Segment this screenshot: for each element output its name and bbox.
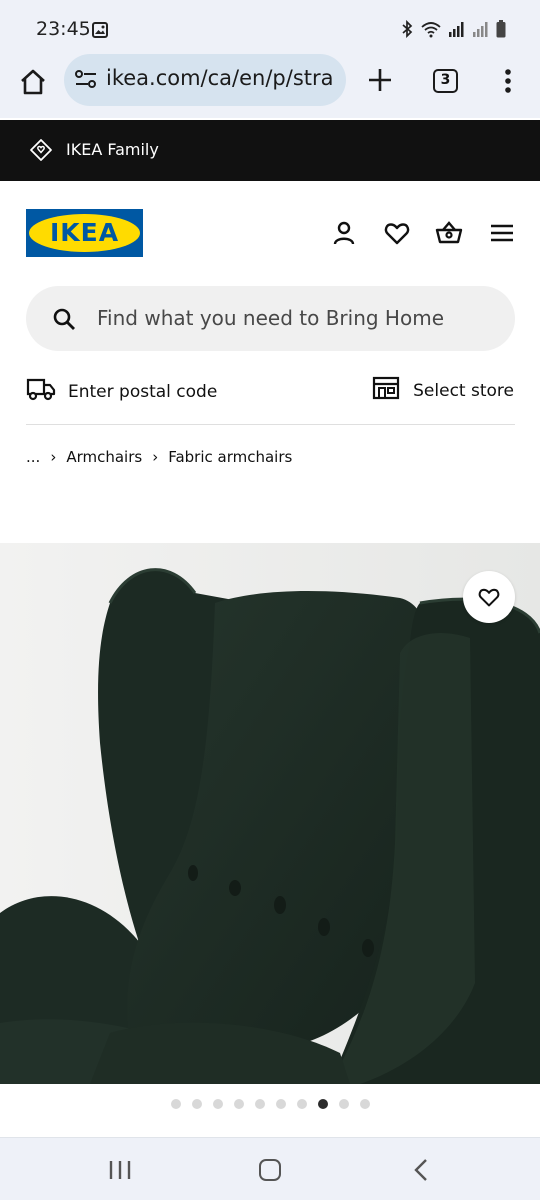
shopping-bag-icon[interactable] [435, 219, 463, 247]
postal-code-label: Enter postal code [68, 381, 218, 402]
ikea-family-banner[interactable]: IKEA Family [0, 120, 540, 181]
chevron-right-icon: › [50, 448, 57, 466]
status-time: 23:45 [36, 18, 91, 40]
battery-icon [496, 20, 506, 43]
account-icon[interactable] [330, 219, 358, 247]
status-bar: 23:45 [0, 0, 540, 58]
family-tag-icon [29, 138, 53, 167]
delivery-truck-icon [26, 376, 56, 407]
breadcrumb-item-fabric-armchairs[interactable]: Fabric armchairs [168, 448, 292, 466]
carousel-dot[interactable] [212, 1099, 223, 1109]
system-navigation-bar [0, 1137, 540, 1200]
carousel-dot[interactable] [254, 1099, 265, 1109]
bluetooth-icon [400, 19, 414, 43]
favourites-icon[interactable] [383, 219, 411, 247]
product-image[interactable] [0, 543, 540, 1084]
ikea-logo[interactable]: IKEA [26, 209, 143, 257]
image-carousel-dots [0, 1099, 540, 1109]
ikea-family-label: IKEA Family [66, 140, 159, 159]
signal-icon [448, 20, 466, 43]
signal-secondary-icon [472, 20, 490, 43]
back-icon[interactable] [412, 1158, 430, 1187]
carousel-dot[interactable] [338, 1099, 349, 1109]
home-icon[interactable] [259, 1159, 281, 1181]
status-indicators [400, 19, 506, 43]
wifi-icon [420, 20, 442, 43]
breadcrumb-ellipsis[interactable]: ... [26, 448, 40, 466]
recent-apps-icon[interactable] [108, 1160, 132, 1185]
breadcrumb: ... › Armchairs › Fabric armchairs [26, 448, 292, 466]
store-icon [372, 376, 400, 405]
carousel-dot[interactable] [359, 1099, 370, 1109]
carousel-dot[interactable] [233, 1099, 244, 1109]
site-settings-icon[interactable] [74, 68, 98, 95]
carousel-dot[interactable] [317, 1099, 328, 1109]
search-input[interactable]: Find what you need to Bring Home [26, 286, 515, 351]
postal-code-button[interactable]: Enter postal code [26, 376, 217, 407]
carousel-dot[interactable] [275, 1099, 286, 1109]
new-tab-button[interactable] [366, 66, 394, 94]
browser-toolbar: ikea.com/ca/en/p/stra 3 [0, 54, 540, 118]
tab-switcher-button[interactable]: 3 [433, 69, 458, 93]
header-divider [26, 424, 515, 425]
search-icon [52, 307, 76, 336]
carousel-dot[interactable] [170, 1099, 181, 1109]
breadcrumb-item-armchairs[interactable]: Armchairs [66, 448, 142, 466]
gallery-notification-icon [92, 22, 108, 43]
browser-home-button[interactable] [18, 67, 48, 97]
carousel-dot[interactable] [296, 1099, 307, 1109]
add-to-favourites-button[interactable] [463, 571, 515, 623]
logo-text: IKEA [49, 218, 120, 247]
select-store-button[interactable]: Select store [372, 376, 514, 405]
hamburger-menu-icon[interactable] [488, 219, 516, 247]
chevron-right-icon: › [152, 448, 159, 466]
carousel-dot[interactable] [191, 1099, 202, 1109]
select-store-label: Select store [413, 380, 514, 401]
url-text: ikea.com/ca/en/p/stra [106, 66, 334, 90]
address-bar[interactable]: ikea.com/ca/en/p/stra [64, 54, 346, 106]
browser-menu-icon[interactable] [500, 67, 516, 95]
search-placeholder: Find what you need to Bring Home [97, 306, 444, 330]
